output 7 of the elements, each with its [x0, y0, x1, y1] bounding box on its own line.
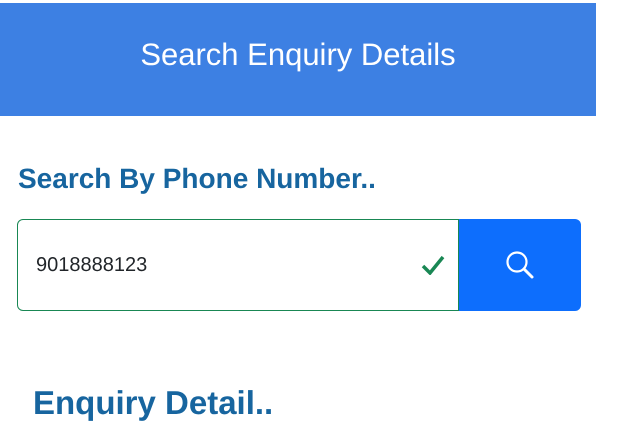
- section-title: Enquiry Detail..: [33, 382, 274, 422]
- search-icon: [505, 250, 535, 280]
- search-button[interactable]: [459, 218, 581, 311]
- phone-input-field[interactable]: 9018888123: [17, 218, 459, 311]
- check-icon: [421, 254, 445, 275]
- page-title: Search Enquiry Details: [140, 36, 456, 74]
- search-label: Search By Phone Number..: [18, 162, 377, 196]
